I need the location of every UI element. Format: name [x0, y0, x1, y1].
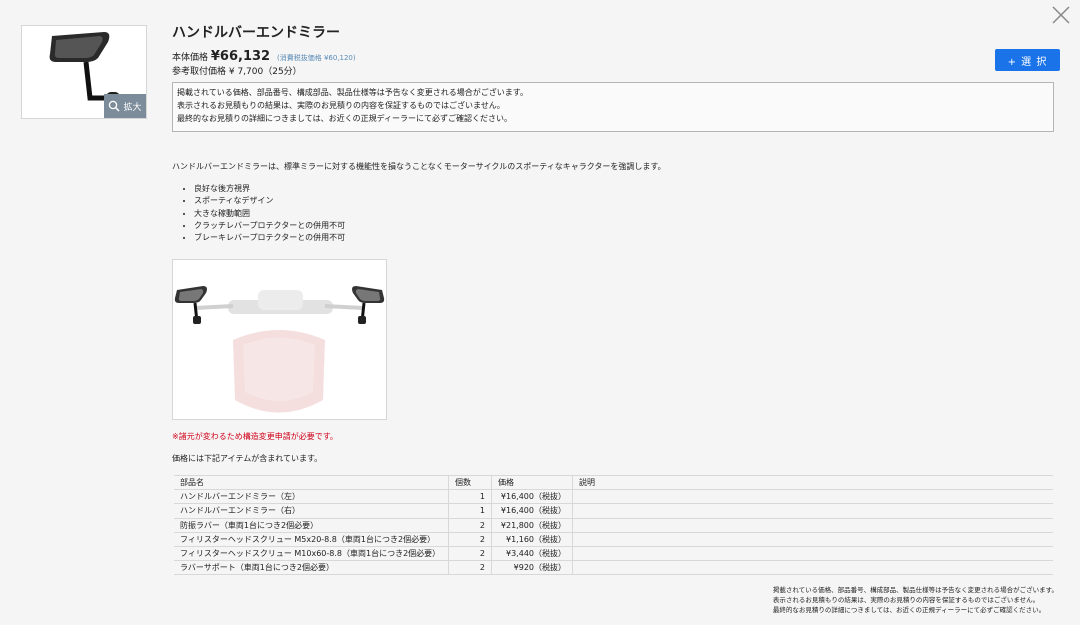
part-name: ハンドルバーエンドミラー（左） — [174, 489, 449, 505]
feature-item: クラッチレバープロテクターとの併用不可 — [194, 220, 345, 232]
table-row: フィリスターヘッドスクリュー M10x60-8.8（車両1台につき2個必要） 2… — [174, 546, 1053, 562]
select-button[interactable]: + 選 択 — [995, 49, 1060, 71]
part-qty: 1 — [448, 503, 492, 519]
price-label: 本体価格 — [172, 53, 209, 63]
table-header-row: 部品名 個数 価格 説明 — [174, 474, 1053, 491]
part-price: ¥16,400（税抜） — [491, 503, 573, 519]
part-qty: 2 — [448, 532, 492, 547]
product-title: ハンドルバーエンドミラー — [172, 25, 340, 41]
part-price: ¥16,400（税抜） — [491, 489, 573, 505]
notice-line: 表示されるお見積もりの結果は、実際のお見積りの内容を保証するものではございません… — [177, 101, 505, 110]
warning-text: ※諸元が変わるため構造変更申請が必要です。 — [172, 432, 338, 441]
header-name: 部品名 — [174, 474, 449, 491]
part-price: ¥920（税抜） — [491, 560, 573, 576]
part-desc — [572, 489, 1053, 505]
product-description: ハンドルバーエンドミラーは、標準ミラーに対する機能性を損なうことなくモーターサイ… — [172, 162, 666, 171]
footnote-line: 表示されるお見積もりの結果は、実際のお見積りの内容を保証するものではございません… — [772, 596, 1040, 604]
table-row: ラバーサポート（車両1台につき2個必要） 2 ¥920（税抜） — [174, 560, 1053, 576]
table-row: ハンドルバーエンドミラー（左） 1 ¥16,400（税抜） — [174, 489, 1053, 505]
included-text: 価格には下記アイテムが含まれています。 — [172, 454, 323, 463]
feature-item: 大きな稼動範囲 — [194, 208, 345, 220]
header-price: 価格 — [491, 474, 573, 491]
product-photo — [172, 259, 387, 420]
feature-item: スポーティなデザイン — [194, 195, 345, 207]
notice-line: 掲載されている価格、部品番号、構成部品、製品仕様等は予告なく変更される場合がござ… — [177, 88, 528, 97]
table-row: フィリスターヘッドスクリュー M5x20-8.8（車両1台につき2個必要） 2 … — [174, 532, 1053, 547]
close-icon — [1052, 6, 1070, 24]
footnote-line: 掲載されている価格、部品番号、構成部品、製品仕様等は予告なく変更される場合がござ… — [772, 586, 1058, 594]
part-qty: 1 — [448, 489, 492, 505]
product-thumbnail[interactable]: 拡大 — [21, 25, 147, 119]
tax-note: (消費税抜価格 ¥60,120) — [276, 54, 356, 62]
part-desc — [572, 518, 1053, 533]
feature-list: 良好な後方視界 スポーティなデザイン 大きな稼動範囲 クラッチレバープロテクター… — [184, 183, 345, 244]
footnote: 掲載されている価格、部品番号、構成部品、製品仕様等は予告なく変更される場合がござ… — [773, 585, 1058, 615]
part-name: 防振ラバー（車両1台につき2個必要） — [174, 518, 449, 533]
notice-box: 掲載されている価格、部品番号、構成部品、製品仕様等は予告なく変更される場合がござ… — [172, 82, 1054, 132]
part-name: ハンドルバーエンドミラー（右） — [174, 503, 449, 519]
part-qty: 2 — [448, 546, 492, 562]
feature-item: 良好な後方視界 — [194, 183, 345, 195]
part-qty: 2 — [448, 560, 492, 576]
zoom-button[interactable]: 拡大 — [104, 94, 146, 118]
feature-item: ブレーキレバープロテクターとの併用不可 — [194, 232, 345, 244]
part-price: ¥3,440（税抜） — [491, 546, 573, 562]
notice-line: 最終的なお見積りの詳細につきましては、お近くの正規ディーラーにて必ずご確認くださ… — [177, 114, 513, 123]
install-price: 参考取付価格 ¥ 7,700（25分） — [172, 67, 302, 77]
table-row: 防振ラバー（車両1台につき2個必要） 2 ¥21,800（税抜） — [174, 518, 1053, 533]
header-qty: 個数 — [448, 474, 492, 491]
part-name: フィリスターヘッドスクリュー M5x20-8.8（車両1台につき2個必要） — [174, 532, 449, 547]
price-line: 本体価格 ¥66,132 (消費税抜価格 ¥60,120) — [172, 49, 356, 64]
part-price: ¥21,800（税抜） — [491, 518, 573, 533]
part-desc — [572, 546, 1053, 562]
part-desc — [572, 503, 1053, 519]
table-row: ハンドルバーエンドミラー（右） 1 ¥16,400（税抜） — [174, 503, 1053, 519]
close-button[interactable] — [1050, 4, 1072, 26]
part-desc — [572, 532, 1053, 547]
footnote-line: 最終的なお見積りの詳細につきましては、お近くの正規ディーラーにて必ずご確認くださ… — [772, 606, 1046, 614]
part-price: ¥1,160（税抜） — [491, 532, 573, 547]
magnifier-icon — [109, 100, 121, 112]
zoom-label: 拡大 — [123, 102, 142, 113]
part-qty: 2 — [448, 518, 492, 533]
motorcycle-image — [174, 286, 385, 413]
header-desc: 説明 — [572, 474, 1053, 491]
parts-table: 部品名 個数 価格 説明 ハンドルバーエンドミラー（左） 1 ¥16,400（税… — [174, 474, 1053, 576]
part-desc — [572, 560, 1053, 576]
part-name: ラバーサポート（車両1台につき2個必要） — [174, 560, 449, 576]
price-value: ¥66,132 — [210, 49, 271, 64]
part-name: フィリスターヘッドスクリュー M10x60-8.8（車両1台につき2個必要） — [174, 546, 449, 562]
